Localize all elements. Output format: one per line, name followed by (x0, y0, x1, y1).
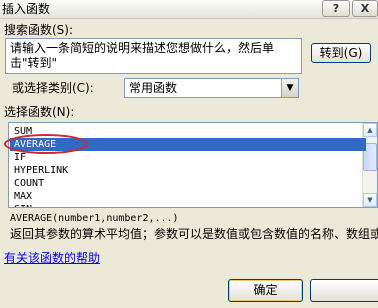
function-list-item[interactable]: IF (10, 151, 366, 164)
function-list-item[interactable]: SIN (10, 203, 366, 207)
function-list-label: 选择函数(N): (4, 105, 75, 119)
category-label: 或选择类别(C): (12, 81, 94, 95)
ok-button[interactable]: 确定 (228, 279, 303, 302)
window-title: 插入函数 (2, 2, 51, 16)
function-list-item[interactable]: HYPERLINK (10, 164, 366, 177)
function-list-item[interactable]: MAX (10, 190, 366, 203)
function-signature: AVERAGE(number1,number2,...) (10, 213, 179, 224)
category-select[interactable]: 常用函数 ▼ (124, 78, 299, 98)
function-description: 返回其参数的算术平均值；参数可以是数值或包含数值的名称、数组或引用 (10, 227, 378, 241)
function-list-item[interactable]: SUM (10, 125, 366, 138)
category-value: 常用函数 (129, 81, 178, 95)
go-button[interactable]: 转到(G) (311, 43, 371, 63)
function-list-item[interactable]: COUNT (10, 177, 366, 190)
function-list-item[interactable]: AVERAGE (10, 138, 366, 151)
close-button[interactable]: X (352, 0, 378, 17)
title-bar: 插入函数 ? X (0, 0, 378, 19)
cancel-button[interactable] (310, 279, 378, 302)
function-help-link[interactable]: 有关该函数的帮助 (4, 251, 100, 265)
help-button[interactable]: ? (322, 0, 350, 17)
search-input[interactable]: 请输入一条简短的说明来描述您想做什么，然后单击"转到" (5, 38, 302, 74)
chevron-down-icon[interactable]: ▼ (281, 79, 298, 97)
insert-function-dialog: 插入函数 ? X 搜索函数(S): 请输入一条简短的说明来描述您想做什么，然后单… (0, 0, 378, 308)
function-list[interactable]: ▲ ▼ SUMAVERAGEIFHYPERLINKCOUNTMAXSIN (8, 122, 378, 208)
search-label: 搜索函数(S): (4, 23, 74, 37)
